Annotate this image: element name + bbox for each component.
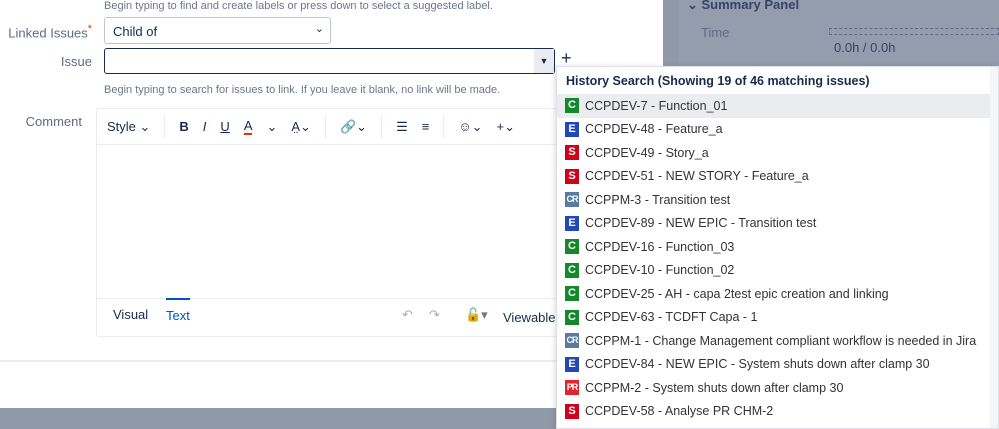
- issue-label: Issue: [60, 54, 92, 69]
- text-color-chevron[interactable]: ⌄: [266, 119, 277, 135]
- suggestion-item[interactable]: C CCPDEV-25 - AH - capa 2test epic creati…: [557, 282, 998, 306]
- chevron-down-icon: ⌄: [314, 23, 324, 35]
- suggestion-item[interactable]: C CCPDEV-10 - Function_02: [557, 259, 998, 283]
- suggestion-item[interactable]: PR CCPPM-2 - System shuts down after clam…: [557, 376, 998, 400]
- issue-hint: Begin typing to search for issues to lin…: [104, 84, 501, 96]
- time-label: Time: [701, 25, 730, 40]
- tab-text[interactable]: Text: [166, 298, 190, 323]
- issue-type-c-icon: C: [565, 262, 579, 278]
- dropdown-scrollbar[interactable]: [990, 67, 998, 428]
- issue-type-c-icon: C: [565, 286, 579, 302]
- suggestion-item[interactable]: S CCPDEV-51 - NEW STORY - Feature_a: [557, 165, 998, 189]
- style-menu[interactable]: Style ⌄: [107, 119, 150, 135]
- issue-type-e-icon: E: [565, 356, 579, 372]
- suggestion-text: CCPDEV-51 - NEW STORY - Feature_a: [585, 169, 809, 184]
- editor-tabs: Visual Text ↶ ↷ 🔓▾ Viewable: [97, 298, 565, 336]
- undo-icon[interactable]: ↶: [402, 307, 413, 323]
- issue-type-c-icon: C: [565, 309, 579, 325]
- labels-hint: Begin typing to find and create labels o…: [104, 0, 493, 12]
- issue-type-cr-icon: CR: [565, 192, 579, 208]
- dropdown-arrow-icon[interactable]: ▼: [534, 49, 554, 73]
- suggestion-text: CCPDEV-89 - NEW EPIC - Transition test: [585, 216, 817, 231]
- dropdown-header: History Search (Showing 19 of 46 matchin…: [566, 74, 870, 88]
- issue-type-cr-icon: CR: [565, 333, 579, 349]
- bullet-list-button[interactable]: ☰: [396, 119, 408, 135]
- suggestion-text: CCPDEV-25 - AH - capa 2test epic creatio…: [585, 286, 889, 301]
- comment-editor[interactable]: Style ⌄ B I U A ⌄ A̤⌄ 🔗⌄ ☰ ≡ ☺⌄ +⌄ Visua…: [96, 108, 566, 337]
- issue-type-pr-icon: PR: [565, 380, 579, 396]
- suggestion-item[interactable]: C CCPDEV-63 - TCDFT Capa - 1: [557, 306, 998, 330]
- issue-type-e-icon: E: [565, 215, 579, 231]
- linked-issues-label: Linked Issues*: [8, 23, 92, 41]
- issue-suggestions-dropdown: History Search (Showing 19 of 46 matchin…: [556, 66, 999, 429]
- editor-toolbar: Style ⌄ B I U A ⌄ A̤⌄ 🔗⌄ ☰ ≡ ☺⌄ +⌄: [97, 109, 565, 145]
- issue-type-s-icon: S: [565, 168, 579, 184]
- suggestion-item[interactable]: C CCPDEV-7 - Function_01: [557, 94, 998, 118]
- suggestion-text: CCPDEV-48 - Feature_a: [585, 122, 723, 137]
- tab-visual[interactable]: Visual: [113, 307, 148, 322]
- suggestion-text: CCPDEV-58 - Analyse PR CHM-2: [585, 404, 774, 419]
- suggestion-text: CCPPM-3 - Transition test: [585, 192, 731, 207]
- suggestion-text: CCPDEV-10 - Function_02: [585, 263, 735, 278]
- suggestion-text: CCPDEV-7 - Function_01: [585, 98, 728, 113]
- issue-type-c-icon: C: [565, 239, 579, 255]
- time-progress-bar: [829, 28, 999, 35]
- suggestion-item[interactable]: S CCPDEV-49 - Story_a: [557, 141, 998, 165]
- lock-icon[interactable]: 🔓▾: [465, 307, 488, 323]
- suggestion-text: CCPDEV-63 - TCDFT Capa - 1: [585, 310, 758, 325]
- suggestion-text: CCPDEV-84 - NEW EPIC - System shuts down…: [585, 357, 930, 372]
- issue-type-s-icon: S: [565, 145, 579, 161]
- text-color-button[interactable]: A: [243, 118, 253, 135]
- viewable-select[interactable]: Viewable: [503, 310, 556, 325]
- summary-panel-header[interactable]: ⌄ Summary Panel: [687, 0, 799, 13]
- bold-button[interactable]: B: [179, 119, 188, 134]
- suggestion-item[interactable]: CR CCPPM-1 - Change Management compliant …: [557, 329, 998, 353]
- formatting-menu[interactable]: A̤⌄: [291, 119, 311, 135]
- underline-button[interactable]: U: [220, 119, 229, 134]
- suggestion-text: CCPDEV-16 - Function_03: [585, 239, 735, 254]
- italic-button[interactable]: I: [203, 119, 207, 134]
- numbered-list-button[interactable]: ≡: [422, 119, 430, 134]
- issue-input[interactable]: ▼: [104, 48, 555, 74]
- suggestion-item[interactable]: CR CCPPM-3 - Transition test: [557, 188, 998, 212]
- link-type-select[interactable]: Child of ⌄: [104, 17, 331, 44]
- redo-icon[interactable]: ↷: [429, 307, 440, 323]
- insert-menu[interactable]: +⌄: [496, 119, 514, 135]
- time-value: 0.0h / 0.0h: [834, 40, 896, 55]
- suggestion-item[interactable]: S CCPDEV-58 - Analyse PR CHM-2: [557, 400, 998, 424]
- link-button[interactable]: 🔗⌄: [340, 119, 367, 135]
- emoji-button[interactable]: ☺⌄: [458, 119, 482, 135]
- suggestion-item[interactable]: E CCPDEV-89 - NEW EPIC - Transition test: [557, 212, 998, 236]
- suggestion-item[interactable]: E CCPDEV-48 - Feature_a: [557, 118, 998, 142]
- suggestion-item[interactable]: E CCPDEV-84 - NEW EPIC - System shuts dow…: [557, 353, 998, 377]
- suggestion-text: CCPDEV-49 - Story_a: [585, 145, 709, 160]
- suggestion-text: CCPPM-1 - Change Management compliant wo…: [585, 333, 977, 348]
- suggestion-item[interactable]: C CCPDEV-16 - Function_03: [557, 235, 998, 259]
- issue-type-s-icon: S: [565, 403, 579, 419]
- suggestion-text: CCPPM-2 - System shuts down after clamp …: [585, 380, 844, 395]
- issue-type-c-icon: C: [565, 98, 579, 114]
- comment-label: Comment: [25, 114, 82, 129]
- issue-type-e-icon: E: [565, 121, 579, 137]
